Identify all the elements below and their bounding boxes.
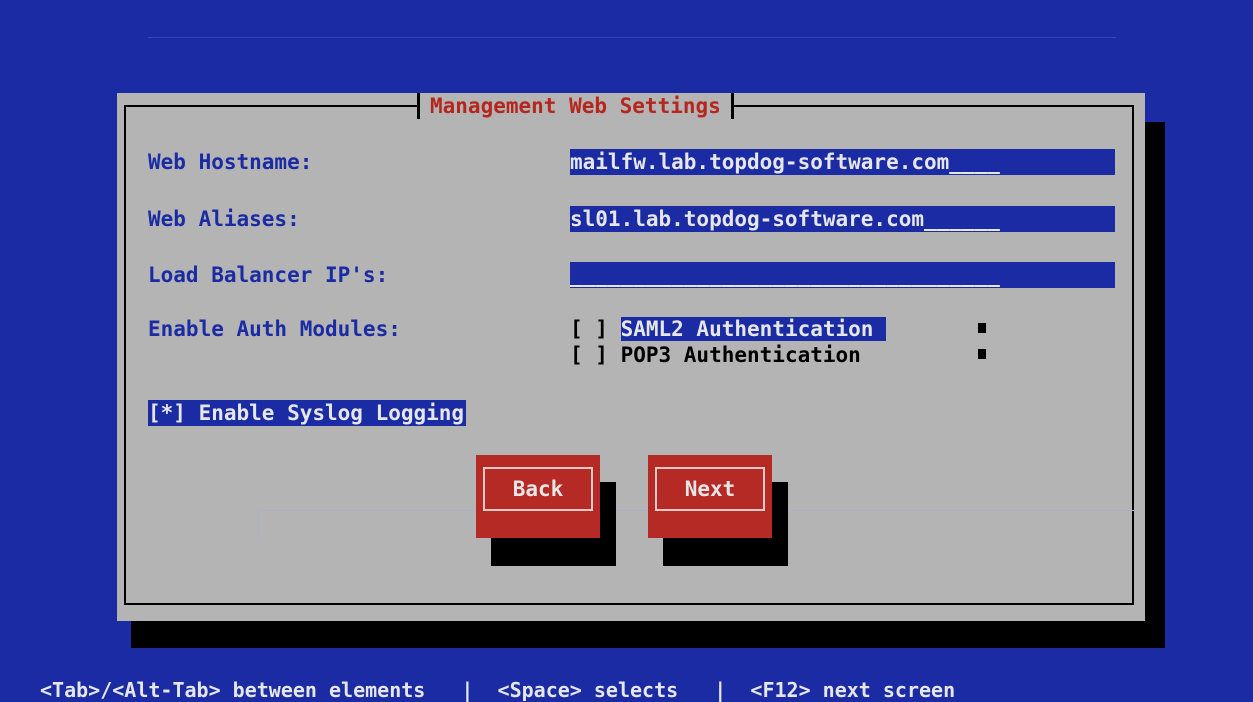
keyboard-help-bar: <Tab>/<Alt-Tab> between elements | <Spac… — [40, 678, 956, 702]
faint-divider-line — [258, 510, 259, 538]
enable-syslog-logging-checkbox[interactable]: [*] Enable Syslog Logging — [148, 400, 467, 426]
dialog-shadow-bottom — [131, 621, 1165, 648]
dialog-title: Management Web Settings — [417, 93, 734, 119]
dialog-shadow-right — [1145, 122, 1165, 648]
scroll-marker-icon — [978, 323, 986, 333]
next-button-label: Next — [655, 467, 765, 511]
pop3-authentication-checkbox[interactable]: [ ] POP3 Authentication — [570, 342, 873, 368]
back-button[interactable]: Back — [476, 455, 600, 538]
pop3-checkbox-label: POP3 Authentication — [620, 343, 874, 367]
top-divider-line — [148, 37, 1116, 38]
scroll-marker-icon — [978, 349, 986, 359]
web-aliases-label: Web Aliases: — [148, 207, 300, 231]
web-hostname-label: Web Hostname: — [148, 150, 313, 174]
pop3-checkbox-box: [ ] — [570, 343, 621, 367]
management-web-settings-dialog: Management Web Settings Web Hostname: ma… — [117, 93, 1145, 621]
web-hostname-input[interactable]: mailfw.lab.topdog-software.com____ — [570, 149, 1115, 175]
enable-auth-modules-label: Enable Auth Modules: — [148, 317, 401, 341]
next-button[interactable]: Next — [648, 455, 772, 538]
load-balancer-ips-label: Load Balancer IP's: — [148, 263, 389, 287]
load-balancer-ips-input[interactable]: __________________________________ — [570, 262, 1115, 288]
web-aliases-input[interactable]: sl01.lab.topdog-software.com______ — [570, 206, 1115, 232]
saml2-authentication-checkbox[interactable]: [ ] SAML2 Authentication — [570, 316, 887, 342]
saml2-checkbox-label: SAML2 Authentication — [620, 317, 887, 341]
saml2-checkbox-box: [ ] — [570, 317, 621, 341]
back-button-label: Back — [483, 467, 593, 511]
